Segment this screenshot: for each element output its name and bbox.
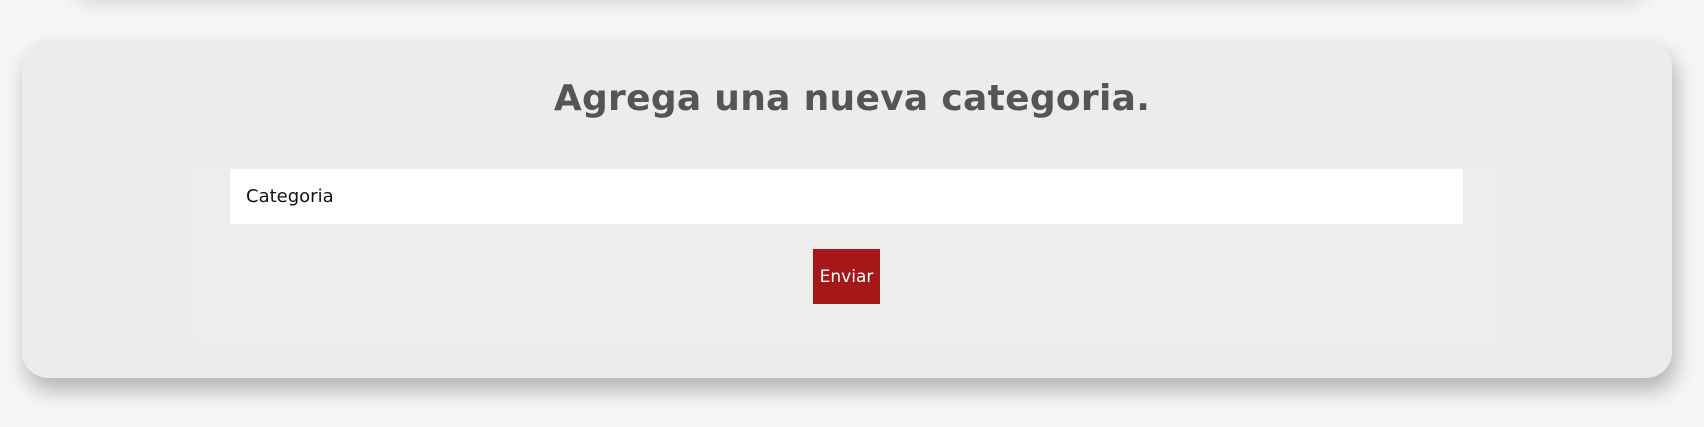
submit-button[interactable]: Enviar (813, 249, 880, 304)
category-input[interactable] (230, 169, 1463, 224)
page-title: Agrega una nueva categoria. (553, 78, 1151, 119)
